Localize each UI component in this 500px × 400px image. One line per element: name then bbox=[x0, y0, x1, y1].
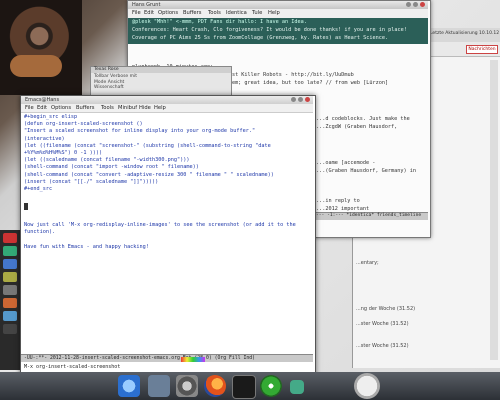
code-line: #+end_src bbox=[24, 186, 53, 193]
top-modeline: --- -1:--- *identica* friends_timeline bbox=[314, 212, 428, 220]
code-line: +%Y%m%d%H%M%S") 0 -1 )))) bbox=[24, 150, 103, 157]
mode-line-text: -UU-:**- 2012-11-28-insert-scaled-screen… bbox=[24, 356, 256, 361]
status-text: ...oame [accemode - bbox=[316, 160, 376, 166]
code-line: (insert (concat "[[./" scaledname "]]"))… bbox=[24, 178, 159, 185]
body-line: Have fun with Emacs - and happy hacking! bbox=[24, 243, 149, 250]
menu-help[interactable]: Help bbox=[154, 105, 166, 111]
menu-hide[interactable]: Hide bbox=[139, 105, 151, 111]
menu-edit[interactable]: Edit bbox=[37, 105, 47, 111]
settings-icon[interactable] bbox=[176, 375, 198, 397]
code-line: (shell-command (concat "convert -adaptiv… bbox=[24, 171, 274, 178]
dock-app-icon[interactable] bbox=[3, 285, 17, 295]
menu-bar: File Edit Options Buffers Tools Minibuf … bbox=[21, 104, 313, 113]
code-line: (let ((filename (concat "screenshot-" (s… bbox=[24, 142, 271, 149]
code-line: (let ((scaledname (concat filename "-wid… bbox=[24, 157, 190, 164]
secondary-line: Tollbar Verbose mit bbox=[94, 74, 138, 79]
menu-tule[interactable]: Tule bbox=[252, 10, 262, 16]
menu-options[interactable]: Options bbox=[158, 10, 178, 16]
close-icon[interactable] bbox=[305, 97, 310, 102]
code-line: (defun org-insert-scaled-screenshot () bbox=[24, 121, 143, 128]
browser-line: ...ster Woche (31.52) bbox=[356, 321, 409, 327]
code-line: (shell-command (concat "import -window r… bbox=[24, 164, 199, 171]
body-line: Now just call 'M-x org-redisplay-inline-… bbox=[24, 222, 296, 228]
menu-tools[interactable]: Tools bbox=[208, 10, 221, 16]
menu-buffers[interactable]: Buffers bbox=[183, 10, 201, 16]
browser-line: ...ng der Woche (31.52) bbox=[356, 306, 416, 312]
terminal-icon[interactable] bbox=[232, 375, 256, 399]
menu-bar: File Edit Options Buffers Tools Identica… bbox=[128, 9, 428, 18]
secondary-line: Wissenschaft bbox=[94, 85, 124, 90]
firefox-icon[interactable] bbox=[204, 375, 226, 397]
menu-identica[interactable]: Identica bbox=[226, 10, 247, 16]
body-line bbox=[24, 237, 296, 244]
browser-header-text: Letzte Aktualisierung 10.10.12 bbox=[430, 31, 500, 36]
text-cursor bbox=[24, 203, 28, 210]
secondary-window: Texas Rose Tollbar Verbose mit Mode Ansi… bbox=[90, 66, 232, 98]
code-block[interactable]: #+begin_src elisp (defun org-insert-scal… bbox=[24, 114, 274, 193]
browser-line: ...ster Woche (31.52) bbox=[356, 343, 409, 349]
menu-file[interactable]: File bbox=[25, 105, 34, 111]
frog-icon[interactable] bbox=[260, 375, 282, 397]
maximize-icon[interactable] bbox=[413, 2, 418, 7]
dock-app-icon[interactable] bbox=[3, 233, 17, 243]
browser-line: ...entary; bbox=[356, 260, 379, 266]
status-text: ...ZcgdW (Graben Hausdorf, bbox=[316, 124, 398, 130]
wallpaper-photo bbox=[0, 0, 82, 95]
menu-edit[interactable]: Edit bbox=[144, 10, 154, 16]
close-icon[interactable] bbox=[420, 2, 425, 7]
code-line: "Insert a scaled screenshot for inline d… bbox=[24, 128, 256, 135]
left-dock bbox=[0, 230, 20, 370]
network-icon[interactable] bbox=[290, 380, 304, 394]
dock-app-icon[interactable] bbox=[3, 272, 17, 282]
body-text[interactable]: Now just call 'M-x org-redisplay-inline-… bbox=[24, 222, 296, 251]
menu-buffers[interactable]: Buffers bbox=[76, 105, 94, 111]
status-text: ...(Graben Hausdorf, Germany) in bbox=[316, 168, 416, 174]
dock-app-icon[interactable] bbox=[3, 246, 17, 256]
dock-app-icon[interactable] bbox=[3, 298, 17, 308]
body-line: function). bbox=[24, 229, 56, 236]
dock-app-icon[interactable] bbox=[3, 259, 17, 269]
dock-app-icon[interactable] bbox=[3, 311, 17, 321]
menu-help[interactable]: Help bbox=[268, 10, 280, 16]
highlighted-status: @plesk "Mhh!" <-mmm, PDT Fans dir hallo:… bbox=[128, 18, 428, 44]
minimize-icon[interactable] bbox=[291, 97, 296, 102]
files-icon[interactable] bbox=[148, 375, 170, 397]
window-titlebar[interactable]: Hans Grunt bbox=[128, 1, 428, 9]
menu-options[interactable]: Options bbox=[51, 105, 71, 111]
menu-file[interactable]: File bbox=[132, 10, 141, 16]
menu-minibuf[interactable]: Minibuf bbox=[118, 105, 137, 111]
menu-tools[interactable]: Tools bbox=[101, 105, 114, 111]
window-titlebar[interactable]: Emacs@Hans bbox=[21, 96, 313, 104]
code-line: (interactive) bbox=[24, 135, 65, 142]
minibuffer-text: M-x org-insert-scaled-screenshot bbox=[24, 364, 121, 370]
status-text: ...d codeblocks. Just make the bbox=[316, 116, 410, 122]
maximize-icon[interactable] bbox=[298, 97, 303, 102]
status-text: ...in reply to bbox=[316, 198, 360, 204]
dock-app-icon[interactable] bbox=[3, 324, 17, 334]
browser-tab-active[interactable]: Nachrichten bbox=[466, 45, 498, 54]
status-line: @plesk "Mhh!" <-mmm, PDT Fans dir hallo:… bbox=[132, 19, 307, 25]
shutdown-icon[interactable] bbox=[354, 373, 380, 399]
status-line: Coverage of PC Aims 25 Ss from ZoomColla… bbox=[132, 35, 389, 41]
browser-scrollbar[interactable] bbox=[490, 60, 498, 360]
code-line: #+begin_src elisp bbox=[24, 114, 78, 120]
minimize-icon[interactable] bbox=[406, 2, 411, 7]
window-title: Hans Grunt bbox=[132, 2, 161, 8]
kde-menu-icon[interactable] bbox=[118, 375, 140, 397]
wallpaper-guitar bbox=[10, 55, 62, 77]
status-line: Conferences: Heart Crash, Clo forgivenes… bbox=[132, 27, 407, 33]
window-title: Emacs@Hans bbox=[25, 97, 60, 103]
